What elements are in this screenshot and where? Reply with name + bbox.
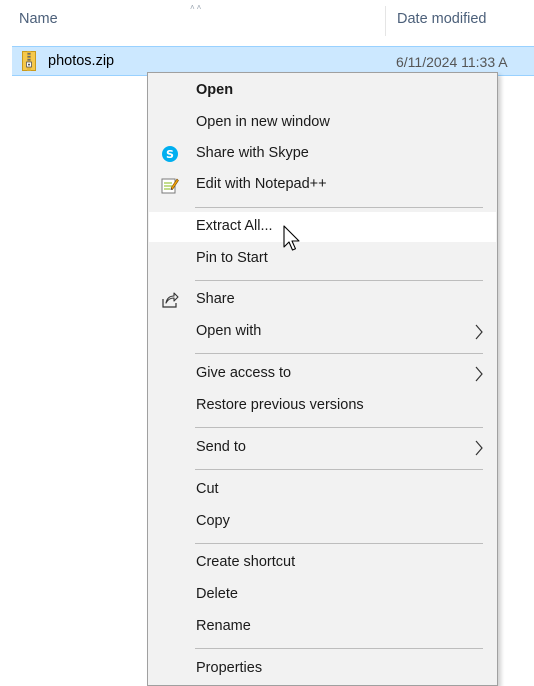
menu-item-open-in-new-window[interactable]: Open in new window	[149, 108, 496, 138]
menu-item-restore-previous-versions[interactable]: Restore previous versions	[149, 391, 496, 421]
svg-text:S: S	[166, 148, 174, 161]
column-header-date-modified[interactable]: Date modified	[397, 11, 486, 27]
menu-separator	[195, 648, 483, 649]
menu-item-copy[interactable]: Copy	[149, 507, 496, 537]
menu-item-label: Copy	[196, 513, 230, 529]
menu-item-label: Send to	[196, 439, 246, 455]
menu-item-share-with-skype[interactable]: S Share with Skype	[149, 139, 496, 169]
chevron-right-icon	[475, 366, 483, 382]
menu-item-open[interactable]: Open	[149, 76, 496, 106]
menu-item-label: Extract All...	[196, 218, 273, 234]
menu-item-label: Rename	[196, 618, 251, 634]
menu-item-label: Share with Skype	[196, 145, 309, 161]
column-divider[interactable]	[385, 6, 386, 36]
menu-item-label: Properties	[196, 660, 263, 676]
chevron-right-icon	[475, 324, 483, 340]
menu-item-give-access-to[interactable]: Give access to	[149, 359, 496, 389]
menu-item-label: Open with	[196, 323, 262, 339]
menu-item-open-with[interactable]: Open with	[149, 317, 496, 347]
context-menu: Open Open in new window S Share with Sky…	[147, 72, 498, 686]
menu-item-label: Give access to	[196, 365, 292, 381]
mouse-cursor-icon	[283, 225, 300, 251]
menu-separator	[195, 543, 483, 544]
menu-item-label: Create shortcut	[196, 554, 296, 570]
share-icon	[162, 292, 179, 308]
menu-separator	[195, 207, 483, 208]
chevron-right-icon	[475, 440, 483, 456]
menu-separator	[195, 427, 483, 428]
menu-item-label: Delete	[196, 586, 238, 602]
menu-separator	[195, 469, 483, 470]
menu-item-properties[interactable]: Properties	[149, 654, 496, 684]
menu-item-rename[interactable]: Rename	[149, 612, 496, 642]
file-date-modified: 6/11/2024 11:33 A	[396, 54, 508, 70]
notepad-plus-plus-icon	[161, 178, 179, 194]
menu-item-cut[interactable]: Cut	[149, 475, 496, 505]
menu-item-label: Share	[196, 291, 235, 307]
menu-separator	[195, 353, 483, 354]
menu-item-edit-with-notepad-plus-plus[interactable]: Edit with Notepad++	[149, 170, 496, 200]
file-name: photos.zip	[48, 53, 115, 69]
menu-item-label: Open	[196, 82, 234, 98]
menu-item-label: Cut	[196, 481, 219, 497]
menu-item-share[interactable]: Share	[149, 285, 496, 315]
menu-item-label: Restore previous versions	[196, 397, 364, 413]
menu-item-label: Edit with Notepad++	[196, 176, 327, 192]
zip-folder-icon	[22, 51, 36, 71]
menu-item-label: Pin to Start	[196, 250, 268, 266]
menu-item-extract-all[interactable]: Extract All...	[149, 212, 496, 242]
skype-icon: S	[162, 146, 178, 162]
menu-item-delete[interactable]: Delete	[149, 580, 496, 610]
sort-caret-icon: ˄˄	[190, 3, 204, 12]
column-header: ˄˄ Name Date modified	[0, 0, 534, 40]
menu-item-label: Open in new window	[196, 114, 330, 130]
menu-item-pin-to-start[interactable]: Pin to Start	[149, 244, 496, 274]
menu-item-create-shortcut[interactable]: Create shortcut	[149, 548, 496, 578]
column-header-name[interactable]: Name	[19, 11, 58, 27]
menu-separator	[195, 280, 483, 281]
menu-item-send-to[interactable]: Send to	[149, 433, 496, 463]
